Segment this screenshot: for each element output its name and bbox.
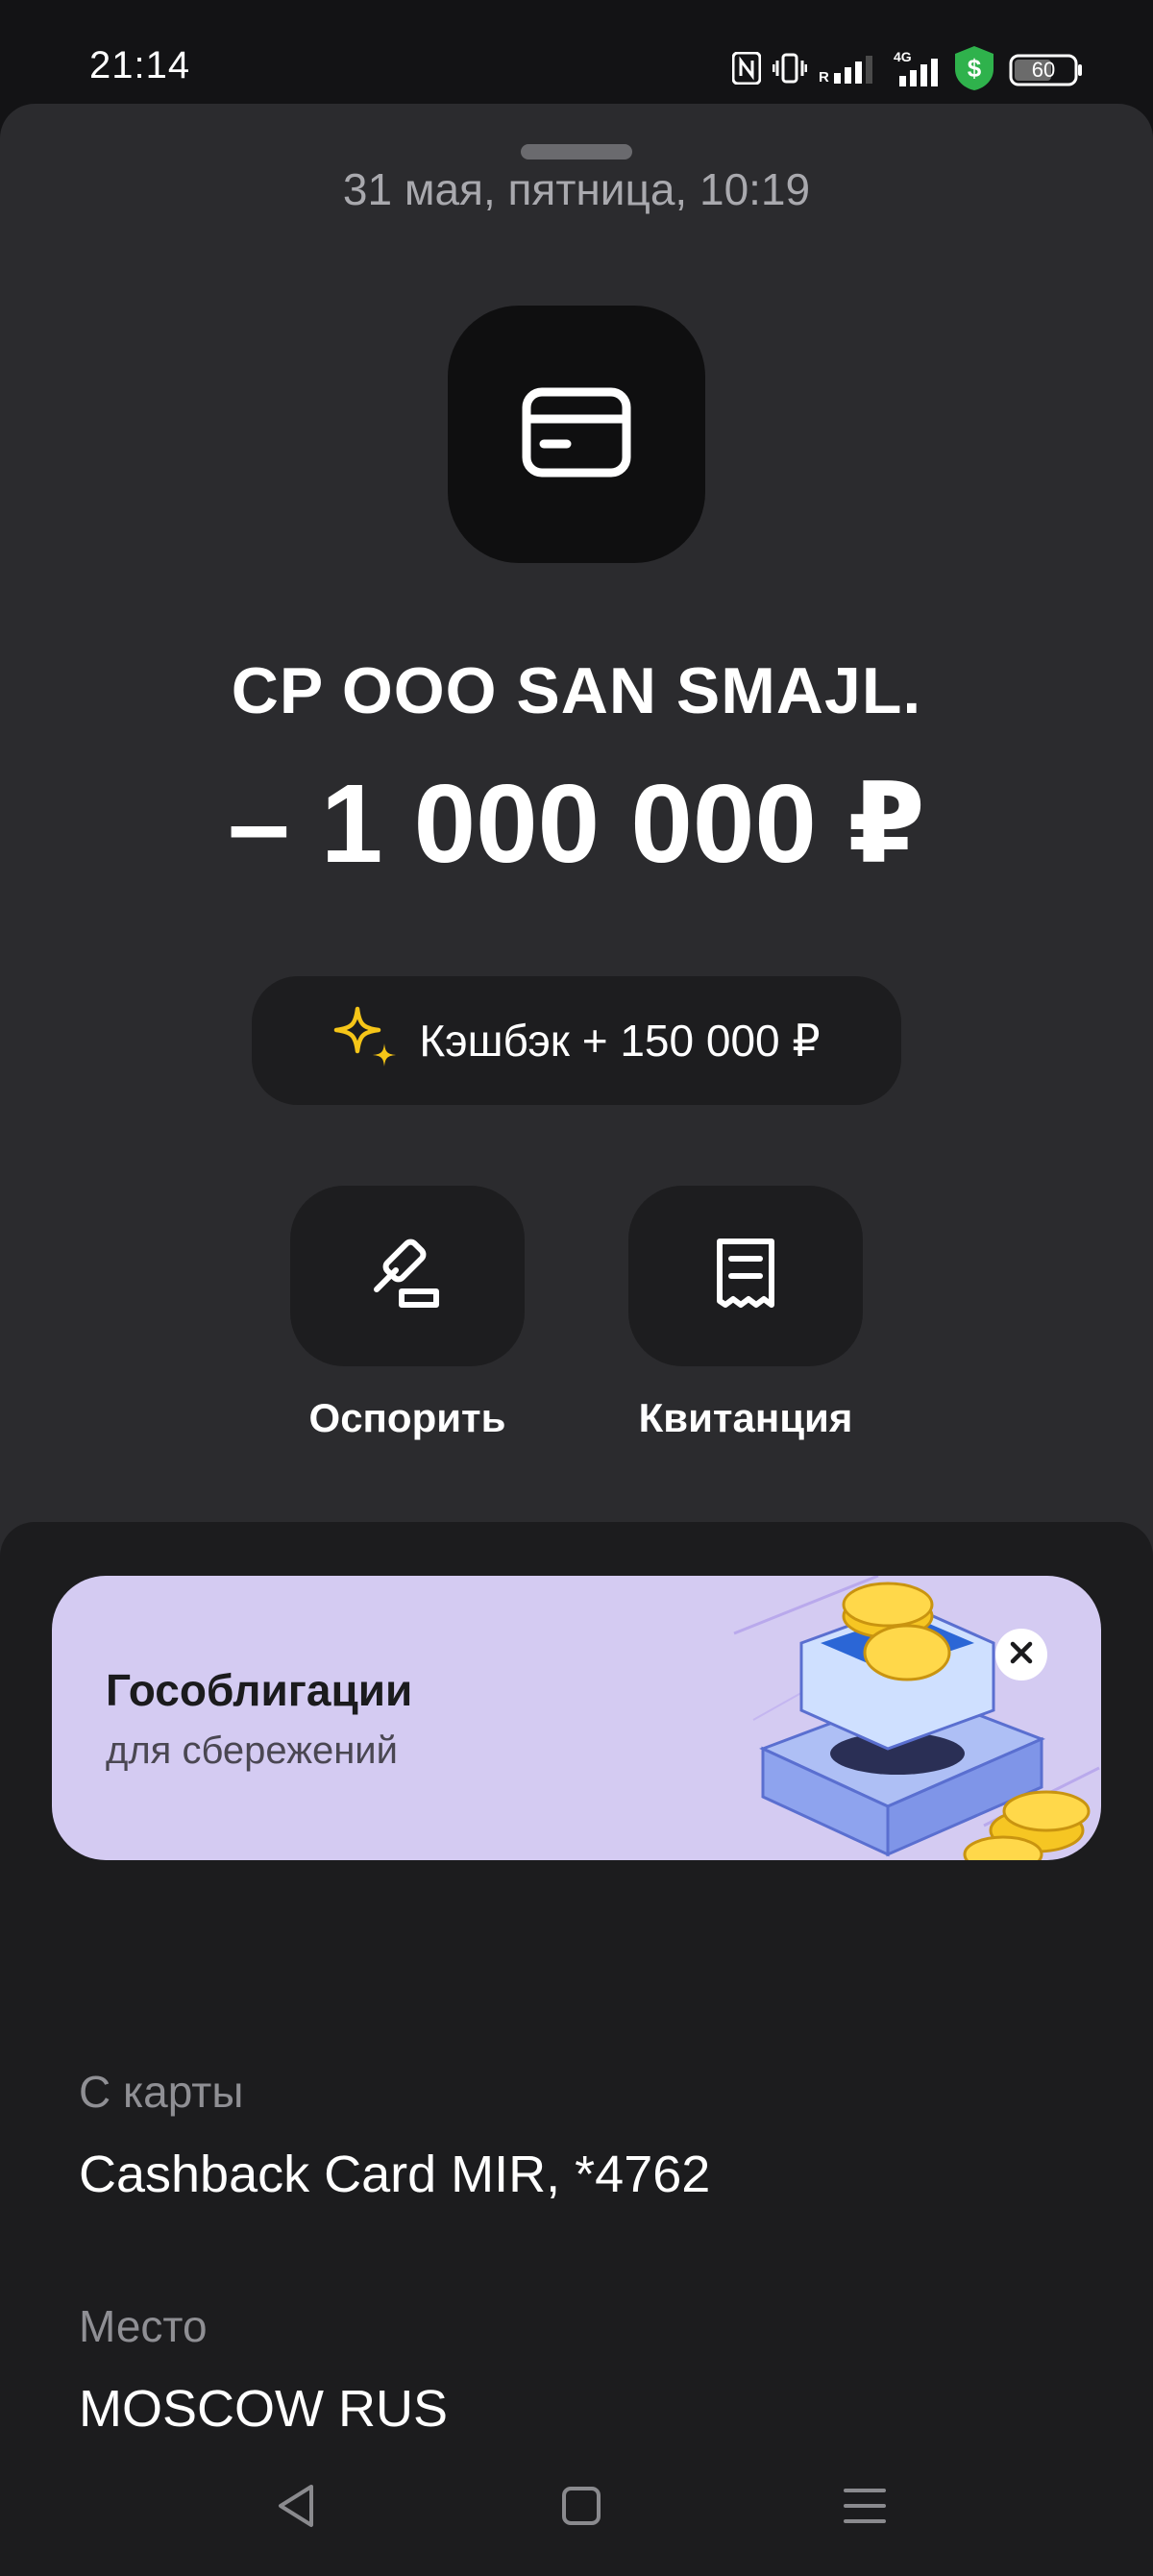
transaction-date: 31 мая, пятница, 10:19 bbox=[342, 164, 811, 214]
nav-menu-button[interactable] bbox=[836, 2479, 894, 2537]
menu-lines-icon bbox=[842, 2485, 888, 2532]
status-icons: R 4G $ 60 bbox=[731, 44, 1084, 97]
dispute-label: Оспорить bbox=[308, 1395, 506, 1440]
banner-subtitle: для сбережений bbox=[106, 1730, 398, 1772]
svg-text:$: $ bbox=[968, 54, 982, 83]
credit-card-icon bbox=[521, 386, 632, 483]
banner-close-button[interactable] bbox=[995, 1629, 1047, 1681]
status-bar: 21:14 R 4G $ 60 bbox=[0, 0, 1153, 106]
close-icon bbox=[1009, 1640, 1034, 1670]
nav-back-button[interactable] bbox=[267, 2479, 325, 2537]
location-value: MOSCOW RUS bbox=[79, 2380, 448, 2438]
nav-home-button[interactable] bbox=[552, 2479, 610, 2537]
promo-banner[interactable]: Гособлигации для сбережений bbox=[52, 1576, 1101, 1860]
svg-text:4G: 4G bbox=[894, 49, 912, 64]
merchant-name: CP OOO SAN SMAJL. bbox=[231, 654, 922, 727]
source-card-value: Cashback Card MIR, *4762 bbox=[79, 2146, 711, 2203]
merchant-avatar bbox=[448, 306, 705, 563]
cashback-label: Кэшбэк + 150 000 ₽ bbox=[419, 1016, 821, 1066]
system-nav-bar bbox=[0, 2460, 1153, 2556]
cashback-pill[interactable]: Кэшбэк + 150 000 ₽ bbox=[252, 976, 901, 1105]
drag-handle[interactable] bbox=[521, 144, 632, 159]
battery-icon: 60 bbox=[1009, 53, 1084, 87]
dispute-button[interactable] bbox=[290, 1186, 525, 1366]
status-time: 21:14 bbox=[89, 44, 191, 86]
gavel-icon bbox=[369, 1236, 446, 1317]
vibrate-icon bbox=[772, 52, 808, 89]
svg-text:R: R bbox=[819, 69, 829, 85]
coins-box-illustration bbox=[733, 1576, 1100, 1860]
receipt-button[interactable] bbox=[628, 1186, 863, 1366]
receipt-label: Квитанция bbox=[638, 1395, 853, 1440]
source-card-label: С карты bbox=[79, 2067, 244, 2117]
transaction-amount: – 1 000 000 ₽ bbox=[228, 761, 925, 886]
nfc-icon bbox=[731, 51, 762, 89]
sparkles-icon bbox=[332, 1005, 400, 1077]
signal-roaming-icon: R bbox=[819, 52, 882, 89]
home-square-icon bbox=[560, 2485, 602, 2532]
back-triangle-icon bbox=[275, 2483, 317, 2534]
banner-title: Гособлигации bbox=[106, 1665, 413, 1715]
battery-level: 60 bbox=[1031, 58, 1056, 82]
location-label: Место bbox=[79, 2301, 208, 2351]
signal-4g-icon: 4G bbox=[894, 49, 940, 92]
shield-dollar-icon: $ bbox=[951, 44, 997, 97]
receipt-icon bbox=[712, 1236, 779, 1317]
